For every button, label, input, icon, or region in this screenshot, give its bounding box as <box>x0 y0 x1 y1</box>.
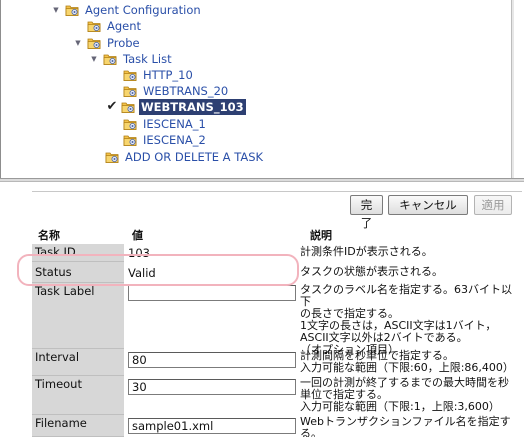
row-label-timeout: Timeout <box>32 376 124 415</box>
timeout-field[interactable] <box>128 379 296 395</box>
tree-pane-right-border <box>511 0 514 178</box>
row-label-interval: Interval <box>32 349 124 376</box>
agent-folder-icon <box>123 133 137 147</box>
tree-item-agent[interactable]: Agent <box>87 18 143 34</box>
tree-item-label[interactable]: HTTP_10 <box>141 67 195 83</box>
task-tree-pane: ▼ Agent Configuration Agent ▼ Probe ▼ Ta… <box>0 0 524 180</box>
status-description: タスクの状態が表示される。 <box>300 265 443 278</box>
task-id-description: 計測条件IDが表示される。 <box>300 245 433 258</box>
agent-folder-icon <box>123 84 137 98</box>
interval-description: 計測間隔を秒単位で指定する。 入力可能な範囲（下限:60，上限:86,400） <box>300 349 514 374</box>
tree-item-label[interactable]: Probe <box>105 35 142 51</box>
tree-item-label[interactable]: IESCENA_2 <box>141 132 208 148</box>
table-row: Timeout 一回の計測が終了するまでの最大時間を秒 単位で指定する。 入力可… <box>32 376 520 415</box>
agent-folder-icon <box>103 52 117 66</box>
column-header-description: 説明 <box>310 229 332 242</box>
tree-item-webtrans-20[interactable]: WEBTRANS_20 <box>123 83 230 99</box>
column-header-value: 値 <box>132 229 143 242</box>
expand-toggle-icon[interactable]: ▼ <box>89 51 99 67</box>
tree-item-add-or-delete-task[interactable]: ADD OR DELETE A TASK <box>105 149 265 165</box>
row-label-filename: Filename <box>32 415 124 437</box>
tree-item-iescena-1[interactable]: IESCENA_1 <box>123 116 208 132</box>
filename-description: Webトランザクションファイル名を指定する。 <box>300 415 511 437</box>
task-label-description: タスクのラベル名を指定する。63バイト以下 の長さで指定する。 1文字の長さは，… <box>300 283 512 356</box>
agent-folder-icon <box>87 36 101 50</box>
agent-folder-icon <box>105 150 119 164</box>
agent-folder-icon <box>123 117 137 131</box>
tree-item-agent-configuration[interactable]: ▼ Agent Configuration <box>51 2 203 18</box>
agent-folder-icon <box>123 68 137 82</box>
expand-toggle-icon[interactable]: ▼ <box>73 35 83 51</box>
timeout-description: 一回の計測が終了するまでの最大時間を秒 単位で指定する。 入力可能な範囲（下限:… <box>300 376 509 413</box>
toolbar-divider <box>32 191 522 192</box>
tree-item-label[interactable]: Task List <box>121 51 174 67</box>
tree-item-label[interactable]: ADD OR DELETE A TASK <box>123 149 265 165</box>
tree-item-label[interactable]: Agent Configuration <box>83 2 203 18</box>
tree-item-task-list[interactable]: ▼ Task List <box>89 51 174 67</box>
ok-button[interactable]: 完了 <box>350 195 383 230</box>
filename-field[interactable] <box>128 418 296 434</box>
cancel-button[interactable]: キャンセル <box>388 195 468 215</box>
checkmark-icon: ✔ <box>106 99 118 114</box>
table-row: Filename Webトランザクションファイル名を指定する。 <box>32 415 520 437</box>
tree-item-iescena-2[interactable]: IESCENA_2 <box>123 132 208 148</box>
tree-item-http-10[interactable]: HTTP_10 <box>123 67 195 83</box>
tree-item-probe[interactable]: ▼ Probe <box>73 35 142 51</box>
agent-folder-icon <box>65 3 79 17</box>
column-header-name: 名称 <box>38 229 60 242</box>
tree-item-label[interactable]: WEBTRANS_20 <box>141 83 230 99</box>
agent-folder-icon <box>121 100 135 114</box>
tree-item-label[interactable]: WEBTRANS_103 <box>139 99 246 115</box>
row-label-task-label: Task Label <box>32 283 124 349</box>
expand-toggle-icon[interactable]: ▼ <box>51 2 61 18</box>
interval-field[interactable] <box>128 352 296 368</box>
status-row-highlight <box>17 254 299 286</box>
tree-item-webtrans-103[interactable]: ✔ WEBTRANS_103 <box>105 99 246 115</box>
table-row: Interval 計測間隔を秒単位で指定する。 入力可能な範囲（下限:60，上限… <box>32 349 520 376</box>
tree-item-label[interactable]: IESCENA_1 <box>141 116 208 132</box>
agent-folder-icon <box>87 19 101 33</box>
apply-button: 適用 <box>474 195 512 215</box>
tree-item-label[interactable]: Agent <box>105 18 143 34</box>
table-row: Task Label タスクのラベル名を指定する。63バイト以下 の長さで指定す… <box>32 283 520 356</box>
task-label-field[interactable] <box>128 285 296 301</box>
